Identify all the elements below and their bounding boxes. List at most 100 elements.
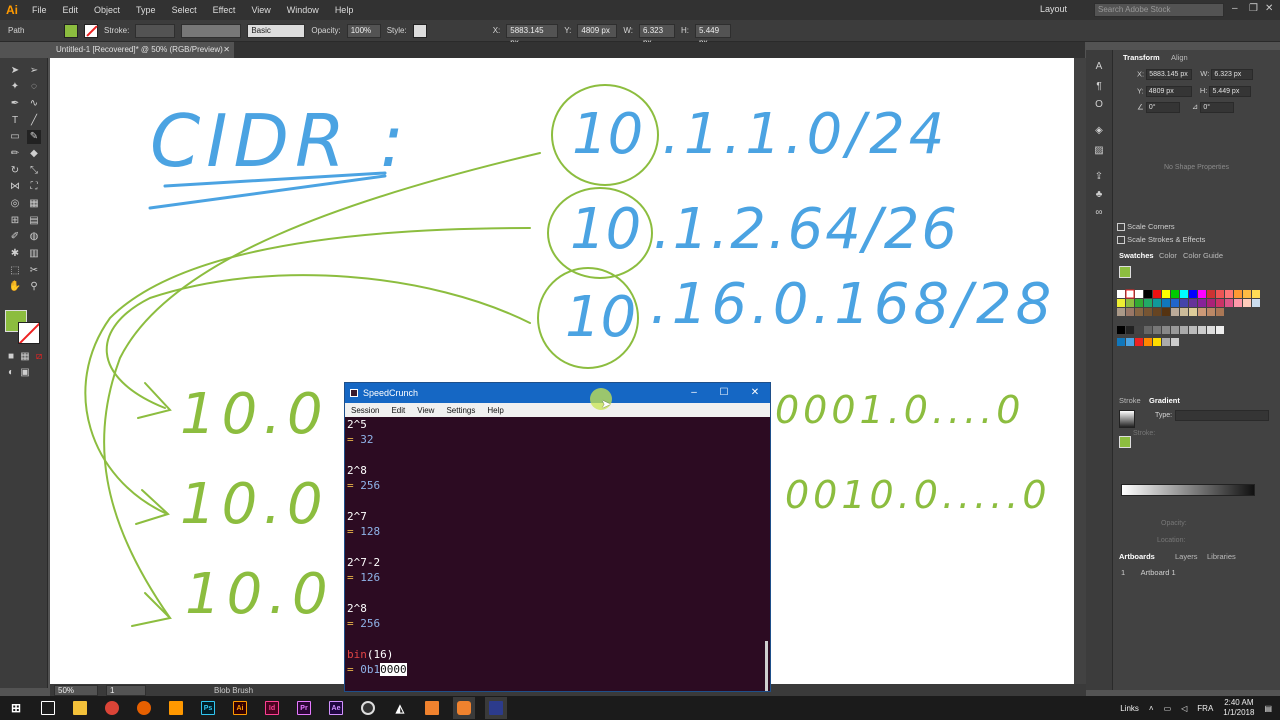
magic-wand-tool-icon[interactable]: ✦ — [8, 80, 22, 94]
tab-gradient[interactable]: Gradient — [1145, 395, 1184, 407]
menu-file[interactable]: File — [24, 5, 55, 15]
obs-taskbar-button[interactable] — [357, 697, 379, 719]
history-expression[interactable]: 2^7 — [347, 509, 770, 524]
photoshop-taskbar-button[interactable]: Ps — [197, 697, 219, 719]
opacity-field[interactable]: 100% — [346, 23, 381, 38]
binary-result-selected[interactable]: 0000 — [380, 663, 407, 676]
lasso-tool-icon[interactable]: ◌ — [27, 80, 41, 94]
zoom-field[interactable]: 50% — [54, 684, 98, 696]
fill-swatch[interactable] — [64, 23, 78, 38]
speedcrunch-result-display[interactable]: 2^5 = 32 2^8 = 256 2^7 = 128 2^7-2 = 126… — [345, 417, 770, 691]
maximize-icon[interactable]: ❐ — [1249, 3, 1258, 14]
direct-selection-tool-icon[interactable]: ➢ — [27, 64, 41, 78]
free-transform-tool-icon[interactable]: ⛶ — [27, 180, 41, 194]
indesign-taskbar-button[interactable]: Id — [261, 697, 283, 719]
language-indicator[interactable]: FRA — [1197, 704, 1213, 713]
unity-taskbar-button[interactable]: ◭ — [389, 697, 411, 719]
variable-width-field[interactable] — [181, 23, 242, 38]
menu-effect[interactable]: Effect — [205, 5, 244, 15]
gradient-slider[interactable] — [1121, 484, 1255, 496]
close-icon[interactable]: ✕ — [1265, 3, 1273, 14]
gradient-type-select[interactable] — [1175, 410, 1269, 421]
sc-close-button[interactable]: ✕ — [740, 383, 770, 403]
sc-menu-settings[interactable]: Settings — [440, 406, 481, 415]
history-expression[interactable]: 2^8 — [347, 463, 770, 478]
premiere-taskbar-button[interactable]: Pr — [293, 697, 315, 719]
curvature-tool-icon[interactable]: ∿ — [27, 97, 41, 111]
menu-help[interactable]: Help — [327, 5, 362, 15]
scale-corners-option[interactable]: Scale Corners — [1117, 222, 1276, 232]
links-icon[interactable]: ∞ — [1092, 206, 1106, 220]
task-view-button[interactable] — [37, 697, 59, 719]
scale-strokes-option[interactable]: Scale Strokes & Effects — [1117, 235, 1276, 245]
line-tool-icon[interactable]: ╱ — [27, 114, 41, 128]
explorer-taskbar-button[interactable] — [69, 697, 91, 719]
menu-object[interactable]: Object — [86, 5, 128, 15]
vertical-scrollbar[interactable] — [1074, 58, 1086, 684]
tab-color[interactable]: Color — [1155, 250, 1181, 262]
links-toolbar[interactable]: Links — [1120, 704, 1139, 713]
screen-mode-icon[interactable]: ▣ — [18, 366, 32, 380]
speedcrunch-window[interactable]: SpeedCrunch – ☐ ✕ Session Edit View Sett… — [344, 382, 771, 692]
rectangle-tool-icon[interactable]: ▭ — [8, 130, 22, 144]
blend-tool-icon[interactable]: ◍ — [27, 230, 41, 244]
gradient-preview[interactable] — [1119, 410, 1135, 428]
workspace-switcher[interactable]: Layout — [1040, 4, 1067, 14]
notifications-icon[interactable]: ▤ — [1264, 704, 1272, 713]
color-mode-icon[interactable]: ■ — [4, 350, 18, 364]
tab-color-guide[interactable]: Color Guide — [1179, 250, 1227, 262]
sc-menu-help[interactable]: Help — [481, 406, 509, 415]
illustrator-taskbar-button[interactable]: Ai — [229, 697, 251, 719]
stroke-color-box[interactable] — [18, 322, 40, 344]
history-result[interactable]: = 32 — [347, 432, 770, 447]
sc-menu-edit[interactable]: Edit — [385, 406, 411, 415]
gradient-mode-icon[interactable]: ▦ — [18, 350, 32, 364]
sublime-taskbar-button[interactable] — [165, 697, 187, 719]
transform-y-field[interactable]: 4809 px — [1145, 86, 1192, 97]
document-tab[interactable]: Untitled-1 [Recovered]* @ 50% (RGB/Previ… — [50, 42, 234, 58]
menu-select[interactable]: Select — [164, 5, 205, 15]
history-result-last[interactable]: = 0b10000 — [347, 662, 770, 677]
tab-swatches[interactable]: Swatches — [1115, 250, 1158, 262]
appearance-icon[interactable]: ◈ — [1092, 124, 1106, 138]
sc-menu-session[interactable]: Session — [345, 406, 385, 415]
transform-w-field[interactable]: 6.323 px — [1211, 69, 1254, 80]
shear-angle-field[interactable]: 0° — [1200, 102, 1235, 113]
shape-builder-tool-icon[interactable]: ◎ — [8, 197, 22, 211]
minimize-icon[interactable]: – — [1232, 3, 1238, 14]
firefox-taskbar-button[interactable] — [133, 697, 155, 719]
stroke-swatch[interactable] — [84, 23, 98, 38]
history-expression[interactable]: 2^5 — [347, 417, 770, 432]
h-field[interactable]: 5.449 px — [695, 23, 732, 47]
menu-window[interactable]: Window — [279, 5, 327, 15]
gradient-tool-icon[interactable]: ▤ — [27, 214, 41, 228]
graphic-styles-icon[interactable]: ▨ — [1092, 144, 1106, 158]
clock[interactable]: 2:40 AM 1/1/2018 — [1223, 698, 1254, 718]
network-icon[interactable]: ▭ — [1164, 704, 1172, 713]
none-mode-icon[interactable]: ⧄ — [32, 350, 46, 364]
history-expression-last[interactable]: bin(16) — [347, 647, 770, 662]
transform-x-field[interactable]: 5883.145 px — [1146, 69, 1193, 80]
stroke-weight-field[interactable] — [135, 23, 176, 38]
tray-arrow-icon[interactable]: ˄ — [1149, 704, 1154, 713]
sc-scrollbar[interactable] — [765, 641, 768, 691]
history-expression[interactable]: 2^8 — [347, 601, 770, 616]
shaper-tool-icon[interactable]: ✏ — [8, 147, 22, 161]
brush-definition-field[interactable]: Basic — [247, 23, 306, 38]
character-icon[interactable]: A — [1092, 60, 1106, 74]
rotate-tool-icon[interactable]: ↻ — [8, 164, 22, 178]
start-button[interactable]: ⊞ — [5, 697, 27, 719]
tab-stroke[interactable]: Stroke — [1115, 395, 1145, 407]
slice-tool-icon[interactable]: ✂ — [27, 264, 41, 278]
hand-tool-icon[interactable]: ✋ — [8, 280, 22, 294]
export-icon[interactable]: ⇪ — [1092, 170, 1106, 184]
sc-maximize-button[interactable]: ☐ — [709, 383, 739, 403]
menu-view[interactable]: View — [243, 5, 278, 15]
speedcrunch-titlebar[interactable]: SpeedCrunch – ☐ ✕ — [345, 383, 770, 403]
sc-menu-view[interactable]: View — [411, 406, 440, 415]
y-field[interactable]: 4809 px — [577, 23, 618, 38]
close-tab-icon[interactable]: ✕ — [223, 42, 230, 58]
type-tool-icon[interactable]: T — [8, 114, 22, 128]
stock-search-input[interactable]: Search Adobe Stock — [1094, 3, 1224, 17]
zoom-tool-icon[interactable]: ⚲ — [27, 280, 41, 294]
